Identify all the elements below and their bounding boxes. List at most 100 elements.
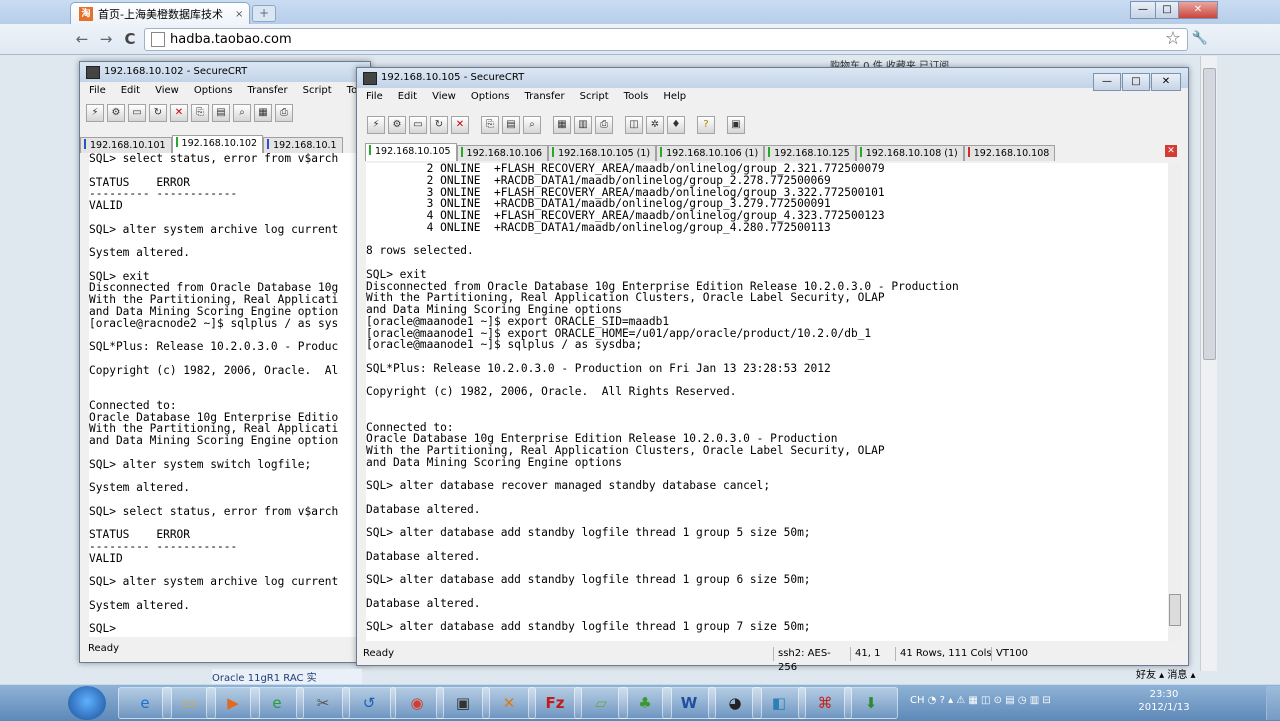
browser-scrollbar[interactable] <box>1200 56 1217 671</box>
reload-button[interactable]: C <box>120 29 140 49</box>
menu-bar: FileEditViewOptionsTransferScriptTools <box>80 84 371 100</box>
session-tab[interactable]: 192.168.10.1 <box>263 137 343 153</box>
start-button[interactable] <box>68 686 106 720</box>
menu-item-options[interactable]: Options <box>462 90 516 106</box>
keymap-icon[interactable]: ♦ <box>667 116 685 134</box>
forward-button[interactable]: → <box>96 29 116 49</box>
page-icon <box>151 32 165 47</box>
close-window-button[interactable]: ✕ <box>1151 73 1181 91</box>
status-ready: Ready <box>88 643 120 654</box>
window-titlebar[interactable]: 192.168.10.102 - SecureCRT <box>80 62 370 82</box>
connect-tab-icon[interactable]: ▭ <box>409 116 427 134</box>
menu-item-tools[interactable]: Tools <box>615 90 655 106</box>
find-icon[interactable]: ⌕ <box>233 104 251 122</box>
print-setup-icon[interactable]: ▦ <box>254 104 272 122</box>
minimize-button[interactable]: — <box>1130 1 1156 19</box>
connection-status-icon <box>460 147 463 157</box>
terminal-scrollbar[interactable] <box>1168 163 1181 641</box>
menu-item-script[interactable]: Script <box>294 84 338 100</box>
session-options-icon[interactable]: ◫ <box>625 116 643 134</box>
menu-item-options[interactable]: Options <box>185 84 239 100</box>
session-tab[interactable]: 192.168.10.106 <box>456 145 549 161</box>
network-taskbar-icon[interactable]: ↺ <box>342 687 396 719</box>
menu-item-file[interactable]: File <box>357 90 389 106</box>
terminal-output[interactable]: 2 ONLINE +FLASH_RECOVERY_AREA/maadb/onli… <box>366 163 1168 641</box>
securecrt-window-back[interactable]: 192.168.10.102 - SecureCRT File Edit View O… <box>79 61 371 663</box>
copy-icon[interactable]: ⎘ <box>191 104 209 122</box>
browser-tab[interactable]: 淘 首页-上海美橙数据库技术 × <box>70 2 250 25</box>
show-desktop-button[interactable] <box>1266 686 1280 720</box>
terminal-line: Database altered. <box>366 549 481 563</box>
find-icon[interactable]: ⌕ <box>523 116 541 134</box>
sftp-icon[interactable]: ▣ <box>727 116 745 134</box>
help-icon[interactable]: ? <box>697 116 715 134</box>
terminal-line: 2 ONLINE +FLASH_RECOVERY_AREA/maadb/onli… <box>366 163 885 175</box>
menu-item-edit[interactable]: Edit <box>112 84 146 100</box>
securecrt-window-front[interactable]: 192.168.10.105 - SecureCRT — □ ✕ File Edi… <box>356 67 1189 673</box>
maximize-button[interactable]: □ <box>1122 73 1150 91</box>
print-icon[interactable]: ⎙ <box>275 104 293 122</box>
status-size: 41 Rows, 111 Cols <box>895 647 992 661</box>
close-tab-icon[interactable]: × <box>235 9 249 20</box>
session-tab[interactable]: 192.168.10.102 <box>171 135 264 153</box>
connect-icon[interactable]: ⚡ <box>86 104 104 122</box>
session-tab[interactable]: 192.168.10.125 <box>764 145 856 161</box>
copy-icon[interactable]: ⎘ <box>481 116 499 134</box>
download-taskbar-icon[interactable]: ⬇ <box>844 687 898 719</box>
wrench-menu-icon[interactable]: 🔧 <box>1190 29 1210 49</box>
menu-item-transfer[interactable]: Transfer <box>238 84 293 100</box>
disconnect-icon[interactable]: ✕ <box>451 116 469 134</box>
menu-item-script[interactable]: Script <box>571 90 615 106</box>
close-window-button[interactable]: ✕ <box>1178 1 1218 19</box>
maximize-button[interactable]: □ <box>1155 1 1179 19</box>
status-cursor: 41, 1 <box>850 647 895 661</box>
menu-item-transfer[interactable]: Transfer <box>515 90 570 106</box>
window-titlebar[interactable]: 192.168.10.105 - SecureCRT — □ ✕ <box>357 68 1188 91</box>
back-button[interactable]: ← <box>72 29 92 49</box>
system-tray[interactable]: CH ◔ ? ▴ ⚠ ▦ ◫ ⊙ ▤ ◷ ▥ ⊟ <box>910 688 1130 714</box>
reconnect-icon[interactable]: ↻ <box>430 116 448 134</box>
close-tab-icon[interactable]: ✕ <box>1165 145 1177 157</box>
print-selection-icon[interactable]: ▥ <box>574 116 592 134</box>
taskbar-clock[interactable]: 23:30 2012/1/13 <box>1134 688 1194 716</box>
terminal-line: VALID <box>89 199 123 212</box>
securecrt-icon <box>86 66 100 79</box>
session-tab[interactable]: 192.168.10.101 <box>80 137 172 153</box>
print-icon[interactable]: ⎙ <box>595 116 613 134</box>
scrollbar-thumb[interactable] <box>1203 68 1216 360</box>
menu-item-help[interactable]: Help <box>654 90 692 106</box>
terminal-output[interactable]: SQL> select status, error from v$arch STA… <box>89 153 361 637</box>
address-bar[interactable]: hadba.taobao.com <box>144 28 1188 51</box>
menu-item-file[interactable]: File <box>80 84 112 100</box>
global-options-icon[interactable]: ✲ <box>646 116 664 134</box>
connect-icon[interactable]: ⚡ <box>367 116 385 134</box>
session-tab[interactable]: 192.168.10.108 (1) <box>855 145 964 161</box>
menu-item-view[interactable]: View <box>146 84 185 100</box>
menu-item-view[interactable]: View <box>423 90 462 106</box>
reconnect-icon[interactable]: ↻ <box>149 104 167 122</box>
new-tab-button[interactable]: + <box>252 5 276 22</box>
terminal-line: SQL> alter system switch logfile; <box>89 457 312 471</box>
menu-item-edit[interactable]: Edit <box>389 90 423 106</box>
disconnect-icon[interactable]: ✕ <box>170 104 188 122</box>
paste-icon[interactable]: ▤ <box>502 116 520 134</box>
bookmark-star-icon[interactable]: ☆ <box>1163 29 1183 49</box>
terminal-line: and Data Mining Scoring Engine option <box>89 304 339 318</box>
status-bar: Ready ssh2: AES-256 41, 1 41 Rows, 111 C… <box>357 645 1188 673</box>
session-tab[interactable]: 192.168.10.106 (1) <box>656 145 765 161</box>
quick-connect-icon[interactable]: ⚙ <box>107 104 125 122</box>
quick-connect-icon[interactable]: ⚙ <box>388 116 406 134</box>
terminal-line: SQL> select status, error from v$arch <box>89 504 339 518</box>
session-tab[interactable]: 192.168.10.105 (1) <box>548 145 657 161</box>
session-tab[interactable]: 192.168.10.105 <box>365 143 457 161</box>
session-tab[interactable]: 192.168.10.108 <box>963 145 1056 161</box>
minimize-button[interactable]: — <box>1093 73 1121 91</box>
print-setup-icon[interactable]: ▦ <box>553 116 571 134</box>
paste-icon[interactable]: ▤ <box>212 104 230 122</box>
connect-tab-icon[interactable]: ▭ <box>128 104 146 122</box>
scrollbar-thumb[interactable] <box>1169 594 1181 626</box>
